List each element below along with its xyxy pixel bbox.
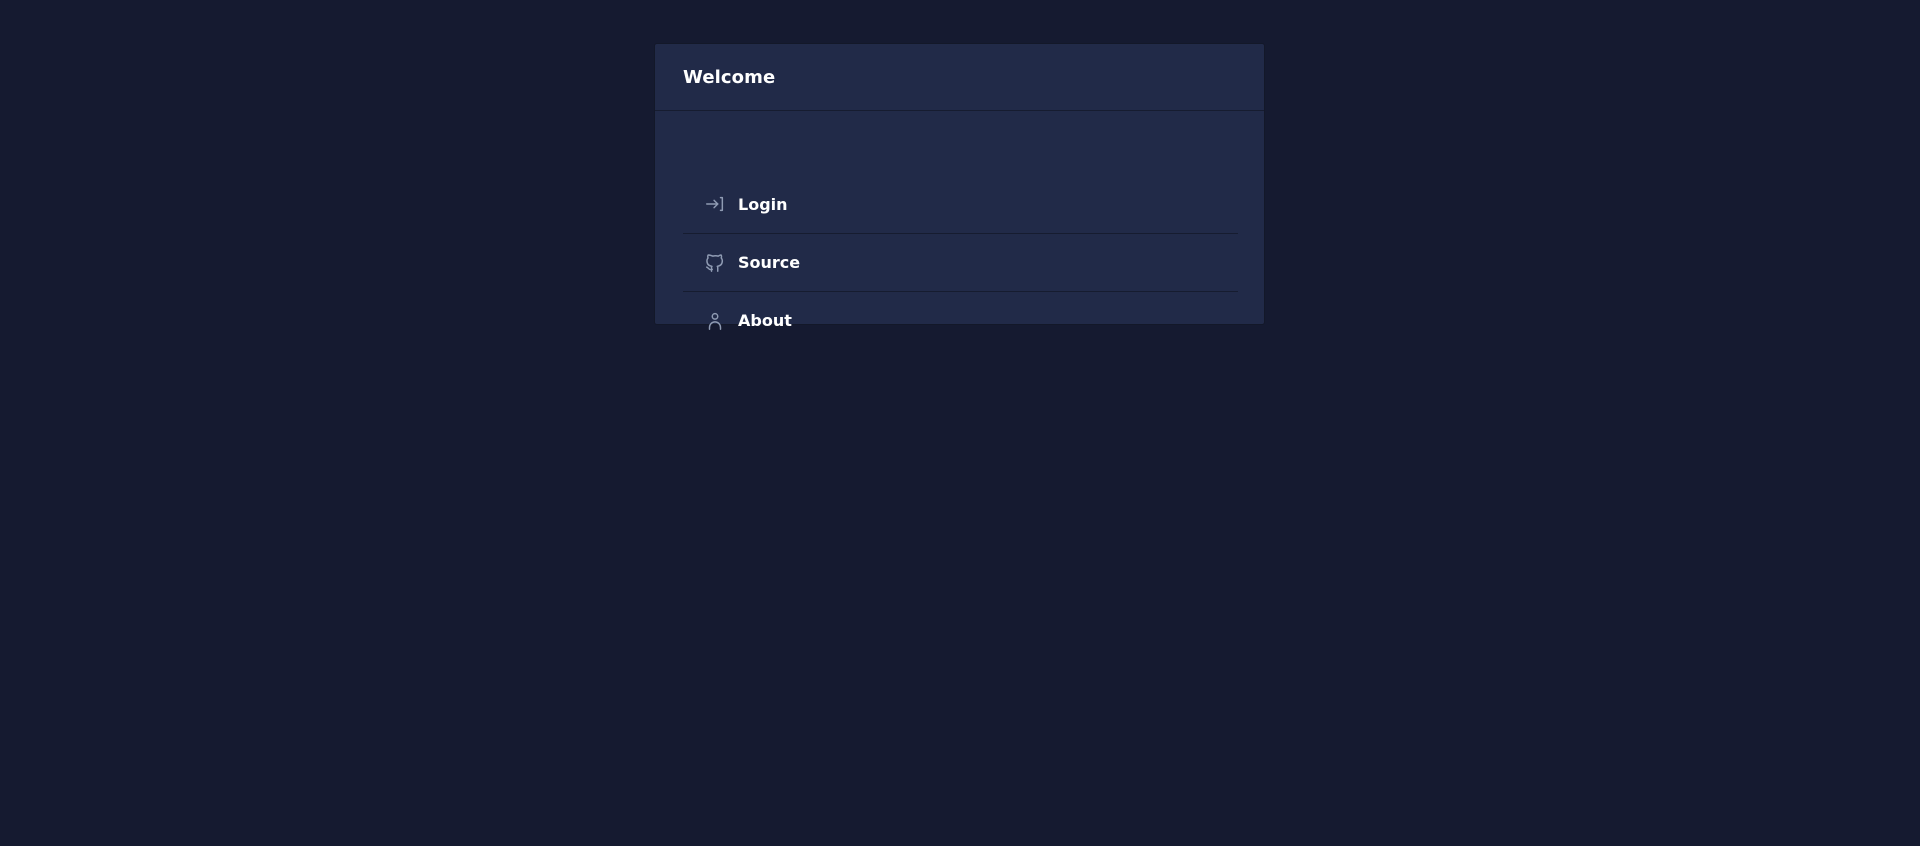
github-icon [704, 252, 726, 274]
person-icon [704, 310, 726, 332]
log-in-icon [704, 193, 726, 215]
menu-item-source[interactable]: Source [683, 233, 1238, 291]
card-header: Welcome [655, 44, 1264, 111]
menu-item-label: Source [738, 253, 801, 272]
card-title: Welcome [683, 66, 776, 88]
menu-item-label: About [738, 311, 792, 330]
page-background: Welcome Login Source About [0, 0, 1920, 846]
welcome-menu: Login Source About [683, 175, 1238, 349]
menu-item-about[interactable]: About [683, 291, 1238, 349]
menu-item-label: Login [738, 194, 788, 214]
menu-item-login[interactable]: Login [683, 175, 1238, 233]
welcome-card: Welcome Login Source About [654, 43, 1265, 330]
